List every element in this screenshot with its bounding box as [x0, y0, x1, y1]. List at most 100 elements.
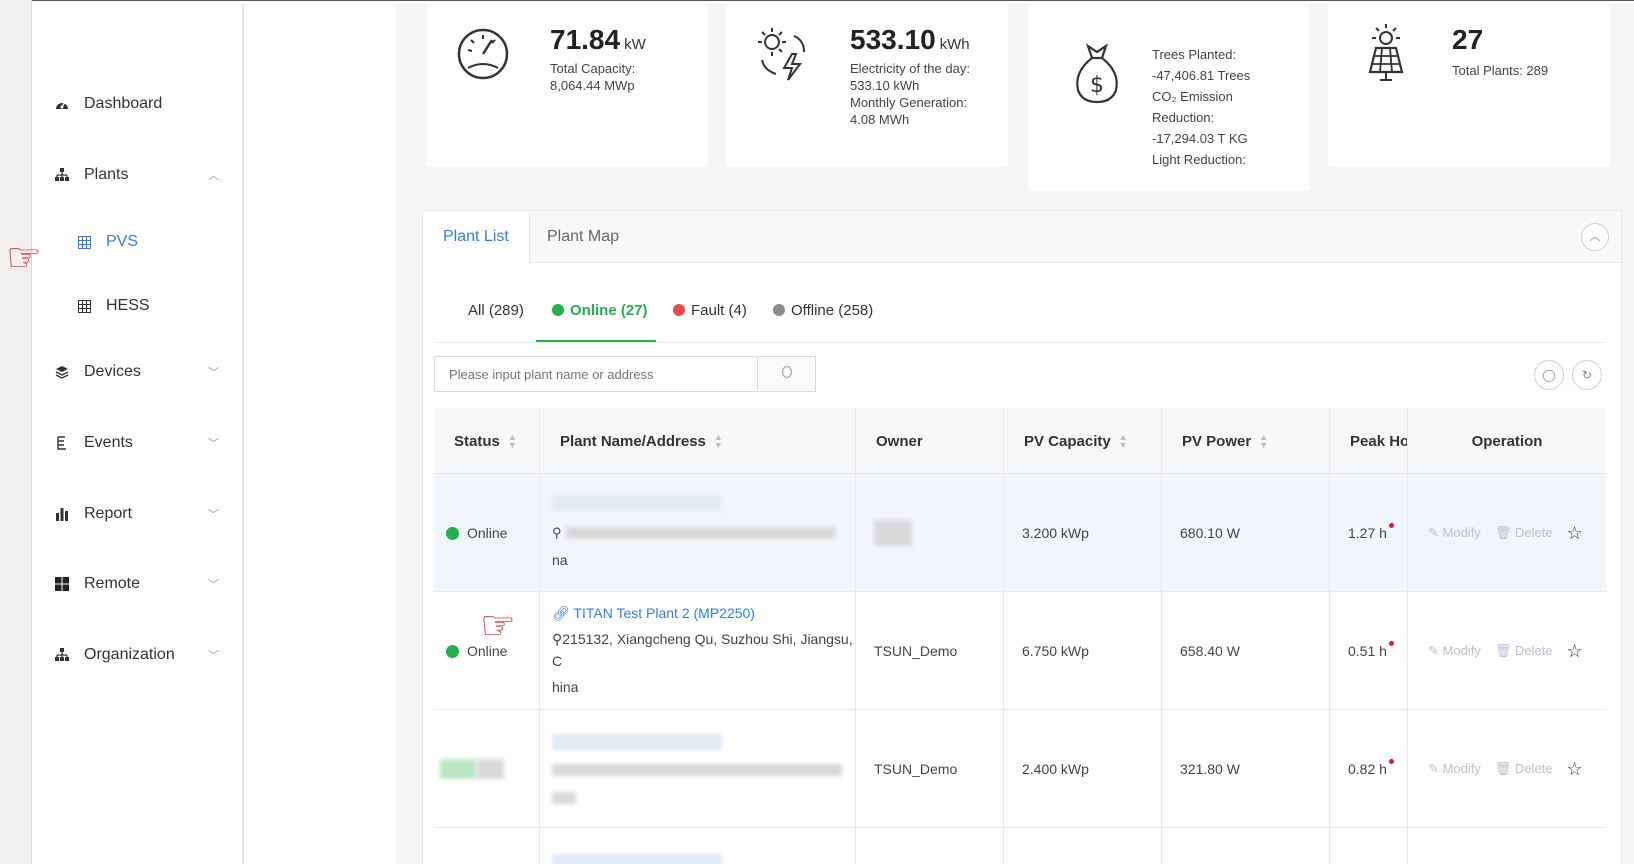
- power-cell: [1162, 828, 1330, 864]
- delete-label: Delete: [1514, 761, 1553, 776]
- peak-cell: [1330, 828, 1408, 864]
- search-box: [434, 356, 758, 392]
- tab-plant-map[interactable]: Plant Map: [527, 211, 639, 263]
- modify-button[interactable]: ✎ Modify: [1428, 643, 1481, 659]
- sidebar-item-label: HESS: [106, 297, 150, 314]
- svg-text:$: $: [1090, 73, 1104, 98]
- star-icon[interactable]: ☆: [1567, 759, 1583, 780]
- pointing-hand-icon: ☞: [6, 236, 42, 280]
- co2-label-2: Reduction:: [1152, 110, 1215, 125]
- peak-cell: 1.27 h: [1330, 474, 1408, 592]
- monthly-generation-label: Monthly Generation:: [850, 95, 968, 110]
- table-row[interactable]: TSUN_Demo 2.400 kWp 321.80 W 0.82 h ✎ Mo…: [434, 710, 1606, 828]
- gauge-icon: [457, 28, 509, 80]
- peak-cell: 0.82 h: [1330, 710, 1408, 828]
- col-pv-power[interactable]: PV Power ▲ ▼: [1162, 408, 1330, 474]
- operation-cell: ✎ Modify 🗑 Delete ☆: [1408, 474, 1606, 592]
- star-icon[interactable]: ☆: [1567, 523, 1583, 544]
- power-unit: kW: [624, 36, 646, 53]
- col-peak-hour-label: Peak Hour: [1350, 432, 1408, 450]
- power-cell: 680.10 W: [1162, 474, 1330, 592]
- online-dot-icon: [446, 644, 459, 658]
- modify-button[interactable]: ✎ Modify: [1428, 525, 1481, 541]
- search-input[interactable]: [435, 357, 757, 391]
- power-cell: 658.40 W: [1162, 592, 1330, 710]
- location-pin-icon: ⚲: [552, 630, 563, 647]
- column-setting-icon: ◯: [1542, 368, 1556, 382]
- filter-online[interactable]: Online (27): [552, 290, 648, 330]
- left-edge-strip: [0, 0, 32, 864]
- filter-divider: [434, 342, 1606, 343]
- peak-value: 0.82 h: [1348, 761, 1387, 777]
- monthly-generation-value: 4.08 MWh: [850, 112, 910, 127]
- panel-tab-bar: Plant List Plant Map ︿: [423, 211, 1621, 264]
- refresh-button[interactable]: ↻: [1572, 360, 1602, 390]
- redacted-address: [552, 792, 576, 804]
- tab-plant-list[interactable]: Plant List: [423, 211, 530, 264]
- filter-all[interactable]: All (289): [468, 290, 524, 330]
- modify-label: Modify: [1442, 643, 1481, 658]
- sidebar-item-label: Devices: [84, 363, 141, 380]
- table-row[interactable]: Online ⚲ na 3.200 kWp 680.10 W 1.27 h ✎ …: [434, 474, 1606, 592]
- plant-address: ⚲215132, Xiangcheng Qu, Suzhou Shi, Jian…: [552, 628, 855, 672]
- sidebar-item-dashboard[interactable]: Dashboard: [32, 84, 244, 124]
- sitemap-icon: [54, 167, 70, 183]
- plants-count: 27: [1452, 24, 1484, 55]
- delete-button[interactable]: 🗑 Delete: [1495, 643, 1553, 659]
- alert-dot-icon: [1388, 640, 1394, 646]
- search-button[interactable]: [758, 356, 816, 392]
- sidebar-item-plants[interactable]: Plants ︿: [32, 155, 244, 195]
- owner-cell: [856, 828, 1004, 864]
- delete-label: Delete: [1514, 643, 1553, 658]
- operation-cell: ✎ Modify 🗑 Delete ☆: [1408, 592, 1606, 710]
- col-plant-name-label: Plant Name/Address: [560, 432, 706, 450]
- chevron-down-icon: ﹀: [208, 650, 219, 662]
- star-icon[interactable]: ☆: [1567, 641, 1583, 662]
- capacity-cell: 6.750 kWp: [1004, 592, 1162, 710]
- sidebar-item-organization[interactable]: Organization ﹀: [32, 635, 244, 675]
- col-plant-name[interactable]: Plant Name/Address ▲ ▼: [540, 408, 856, 474]
- location-pin-icon: ⚲: [552, 525, 562, 540]
- filter-active-underline: [536, 340, 656, 342]
- table-row[interactable]: [434, 828, 1606, 864]
- owner-cell: TSUN_Demo: [856, 592, 1004, 710]
- light-reduction-label: Light Reduction:: [1152, 152, 1246, 167]
- stat-card-energy: 533.10 kWh Electricity of the day: 533.10…: [726, 4, 1008, 166]
- filter-fault[interactable]: Fault (4): [673, 290, 747, 330]
- redacted-status: [476, 759, 504, 779]
- filter-fault-label: Fault (4): [691, 301, 747, 319]
- column-setting-button[interactable]: ◯: [1534, 360, 1564, 390]
- trees-planted-label: Trees Planted:: [1152, 47, 1237, 62]
- col-pv-capacity[interactable]: PV Capacity ▲ ▼: [1004, 408, 1162, 474]
- col-peak-hour: Peak Hour: [1330, 408, 1408, 474]
- plant-name-cell: [540, 710, 856, 828]
- collapse-button[interactable]: ︿: [1581, 223, 1609, 251]
- peak-cell: 0.51 h: [1330, 592, 1408, 710]
- modify-button[interactable]: ✎ Modify: [1428, 761, 1481, 777]
- sidebar-item-pvs[interactable]: PVS: [32, 222, 244, 262]
- layers-icon: [54, 364, 70, 380]
- table-row[interactable]: Online 🔗︎ TITAN Test Plant 2 (MP2250) ⚲2…: [434, 592, 1606, 710]
- stat-card-power: 71.84 kW Total Capacity: 8,064.44 MWp: [426, 4, 708, 166]
- sitemap-icon: [54, 647, 70, 663]
- filter-offline[interactable]: Offline (258): [773, 290, 873, 330]
- delete-button[interactable]: 🗑 Delete: [1495, 761, 1553, 777]
- sidebar-item-hess[interactable]: HESS: [32, 286, 244, 326]
- col-status[interactable]: Status ▲ ▼: [434, 408, 540, 474]
- sidebar-item-events[interactable]: Events ﹀: [32, 423, 244, 463]
- delete-button[interactable]: 🗑 Delete: [1495, 525, 1553, 541]
- trees-planted-value: -47,406.81 Trees: [1152, 68, 1251, 83]
- sidebar-item-label: Report: [84, 505, 133, 522]
- peak-value: 0.51 h: [1348, 643, 1387, 659]
- capacity-cell: 3.200 kWp: [1004, 474, 1162, 592]
- plant-name-text: TITAN Test Plant 2 (MP2250): [573, 604, 755, 621]
- sidebar-item-label: Dashboard: [84, 95, 163, 112]
- owner-cell: TSUN_Demo: [856, 710, 1004, 828]
- sidebar-item-label: Plants: [84, 166, 129, 183]
- sidebar-item-report[interactable]: Report ﹀: [32, 494, 244, 534]
- sidebar-item-devices[interactable]: Devices ﹀: [32, 352, 244, 392]
- sidebar-item-remote[interactable]: Remote ﹀: [32, 564, 244, 604]
- plant-name-link[interactable]: 🔗︎ TITAN Test Plant 2 (MP2250): [552, 605, 755, 622]
- owner-cell: [856, 474, 1004, 592]
- col-status-label: Status: [454, 432, 500, 450]
